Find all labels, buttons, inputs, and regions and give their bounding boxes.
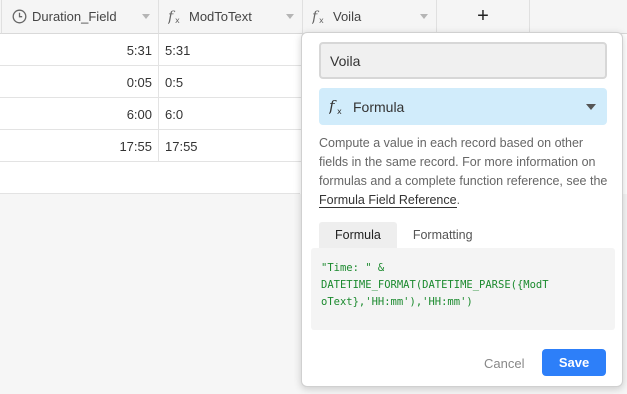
chevron-down-icon[interactable] — [420, 14, 428, 19]
formula-line: oText},'HH:mm'),'HH:mm') — [321, 296, 473, 308]
column-header-label: Voila — [333, 9, 362, 24]
header-filler — [530, 0, 627, 34]
formula-icon: fx — [311, 9, 329, 24]
table-row[interactable]: 0:05 0:5 — [0, 66, 303, 98]
duration-cell[interactable]: 6:00 — [0, 98, 159, 130]
modtotext-cell[interactable]: 6:0 — [159, 98, 303, 130]
description-text: Compute a value in each record based on … — [319, 136, 608, 188]
save-button[interactable]: Save — [542, 349, 606, 376]
table-row[interactable]: 17:55 17:55 — [0, 130, 303, 162]
field-type-description: Compute a value in each record based on … — [319, 134, 609, 210]
tab-formatting[interactable]: Formatting — [397, 222, 489, 248]
column-header-label: Duration_Field — [32, 9, 117, 24]
formula-code[interactable]: "Time: " & DATETIME_FORMAT(DATETIME_PARSE… — [321, 260, 611, 311]
chevron-down-icon — [586, 103, 596, 110]
field-type-label: Formula — [353, 98, 405, 115]
tab-formula[interactable]: Formula — [319, 222, 397, 248]
cancel-button[interactable]: Cancel — [484, 350, 524, 376]
add-column-button[interactable]: + — [437, 0, 530, 34]
chevron-down-icon[interactable] — [142, 14, 150, 19]
modtotext-cell[interactable]: 5:31 — [159, 34, 303, 66]
table-row[interactable]: 6:00 6:0 — [0, 98, 303, 130]
modtotext-cell[interactable]: 0:5 — [159, 66, 303, 98]
formula-icon: fx — [329, 98, 347, 115]
svg-text:f: f — [329, 98, 337, 115]
formula-editor[interactable]: "Time: " & DATETIME_FORMAT(DATETIME_PARSE… — [311, 248, 615, 330]
duration-cell[interactable]: 17:55 — [0, 130, 159, 162]
chevron-down-icon[interactable] — [286, 14, 294, 19]
column-header-label: ModToText — [189, 9, 252, 24]
svg-text:x: x — [337, 107, 342, 115]
formula-line: DATETIME_FORMAT(DATETIME_PARSE({ModT — [321, 279, 549, 291]
formula-line: "Time: " & — [321, 262, 385, 274]
modtotext-cell[interactable]: 17:55 — [159, 130, 303, 162]
formula-icon: fx — [167, 9, 185, 24]
duration-cell[interactable]: 5:31 — [0, 34, 159, 66]
field-type-select[interactable]: fx Formula — [319, 88, 607, 125]
column-header-duration-field[interactable]: Duration_Field — [2, 0, 159, 34]
duration-cell[interactable]: 0:05 — [0, 66, 159, 98]
column-header-voila[interactable]: fx Voila — [303, 0, 437, 34]
add-row-area[interactable] — [0, 162, 300, 194]
plus-icon: + — [477, 5, 489, 27]
svg-text:x: x — [319, 16, 324, 24]
svg-text:x: x — [175, 16, 180, 24]
formula-reference-link[interactable]: Formula Field Reference — [319, 193, 457, 208]
column-header-modtotext[interactable]: fx ModToText — [159, 0, 303, 34]
table-row[interactable]: 5:31 5:31 — [0, 34, 303, 66]
field-config-popover: fx Formula Compute a value in each recor… — [301, 32, 623, 387]
clock-icon — [10, 9, 28, 24]
formula-tabs: Formula Formatting — [319, 222, 607, 248]
description-end: . — [456, 193, 461, 207]
field-name-input[interactable] — [319, 42, 607, 79]
